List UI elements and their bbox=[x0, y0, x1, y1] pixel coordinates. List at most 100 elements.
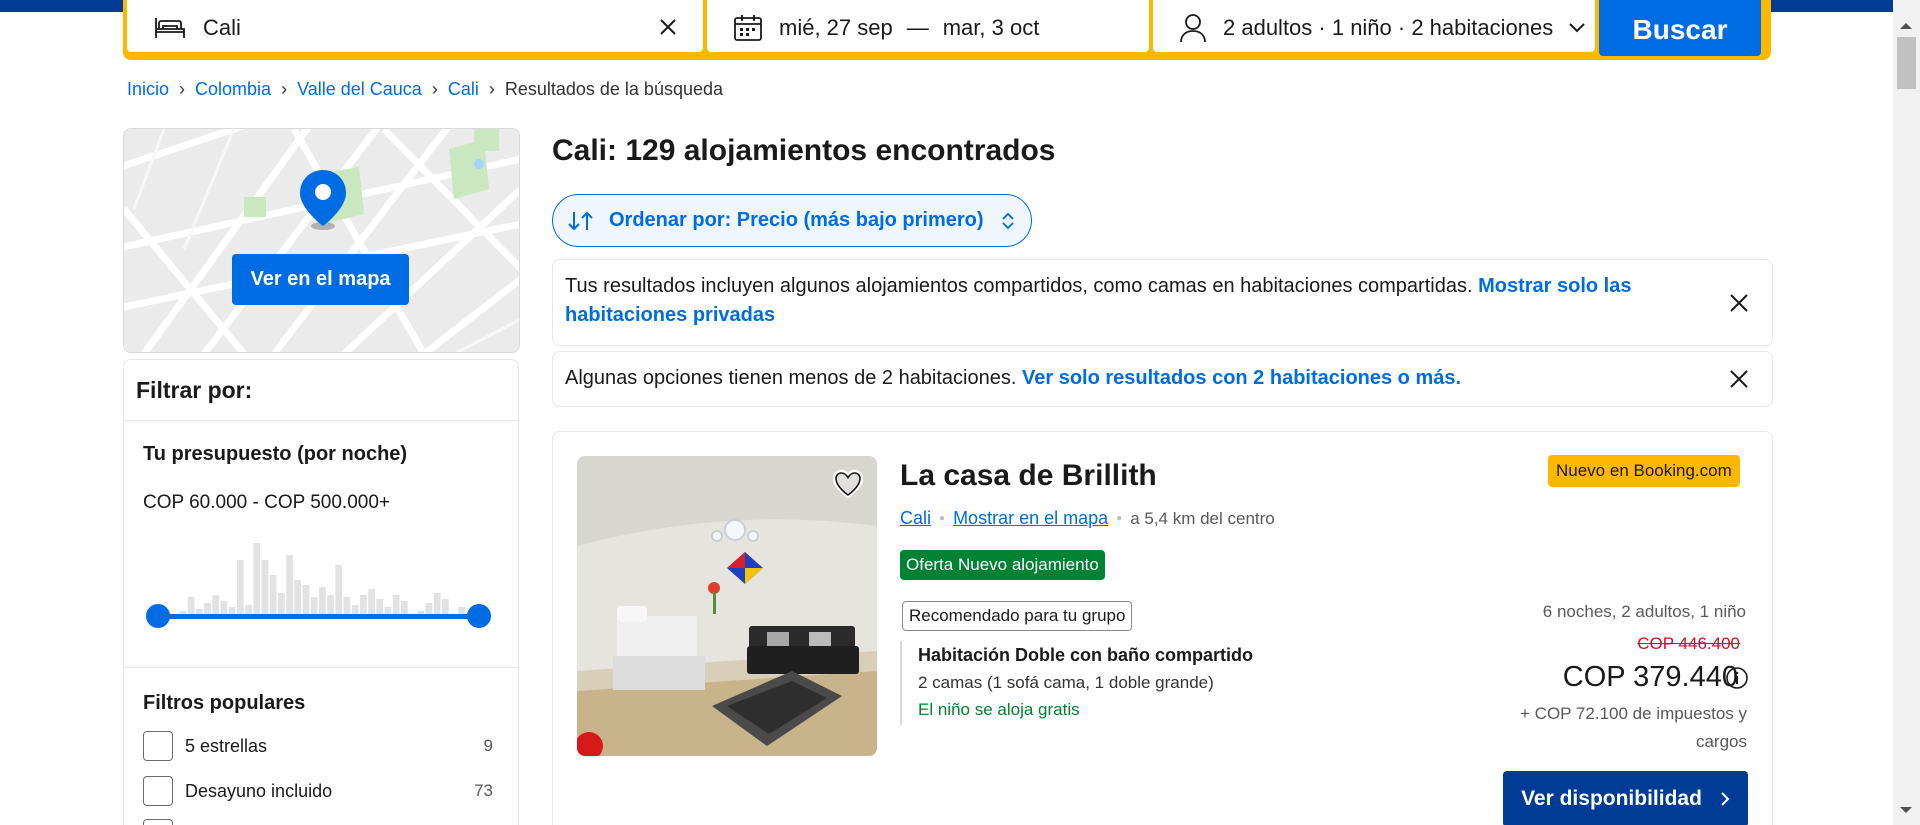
search-button[interactable]: Buscar bbox=[1599, 0, 1761, 56]
histogram-bar bbox=[360, 595, 367, 615]
view-on-map-button[interactable]: Ver en el mapa bbox=[232, 254, 409, 305]
sort-arrows-icon bbox=[568, 211, 593, 230]
availability-label: Ver disponibilidad bbox=[1521, 787, 1702, 810]
room-name: Habitación Doble con baño compartido bbox=[918, 645, 1254, 665]
close-icon[interactable] bbox=[1728, 292, 1750, 314]
bed-icon bbox=[155, 18, 185, 38]
chevron-right-icon bbox=[1721, 792, 1730, 806]
results-title: Cali: 129 alojamientos encontrados bbox=[552, 134, 1056, 167]
close-icon[interactable] bbox=[1728, 368, 1750, 390]
filters-title: Filtrar por: bbox=[124, 360, 518, 421]
dates-field[interactable]: mié, 27 sep — mar, 3 oct bbox=[707, 0, 1149, 52]
histogram-bar bbox=[269, 575, 277, 615]
city-link[interactable]: Cali bbox=[900, 508, 931, 529]
checkin-date: mié, 27 sep bbox=[779, 15, 893, 40]
scroll-up-icon[interactable] bbox=[1899, 22, 1913, 30]
divider bbox=[124, 667, 518, 668]
budget-max-handle[interactable] bbox=[467, 604, 491, 628]
taxes-note: + COP 72.100 de impuestos y cargos bbox=[1520, 704, 1747, 751]
budget-min-handle[interactable] bbox=[146, 604, 170, 628]
histogram-bar bbox=[302, 585, 310, 615]
checkbox[interactable] bbox=[143, 731, 173, 761]
histogram-bar bbox=[294, 580, 302, 615]
room-info: Habitación Doble con baño compartido 2 c… bbox=[900, 641, 1253, 725]
breadcrumb: Inicio › Colombia › Valle del Cauca › Ca… bbox=[127, 78, 723, 100]
scrollbar[interactable] bbox=[1893, 0, 1920, 825]
destination-field[interactable]: Cali bbox=[127, 0, 703, 52]
search-bar: Cali mié, 27 sep — mar, 3 oct 2 adultos … bbox=[123, 0, 1771, 60]
breadcrumb-home[interactable]: Inicio bbox=[127, 79, 169, 100]
person-icon bbox=[1180, 14, 1206, 43]
chevron-right-icon: › bbox=[281, 78, 288, 99]
histogram-bar bbox=[212, 595, 220, 615]
scroll-down-icon[interactable] bbox=[1899, 806, 1913, 814]
chevron-right-icon: › bbox=[179, 78, 186, 99]
info-icon[interactable] bbox=[1725, 666, 1749, 690]
property-name[interactable]: La casa de Brillith bbox=[900, 459, 1157, 493]
checkbox[interactable] bbox=[143, 776, 173, 806]
clear-icon[interactable] bbox=[659, 18, 677, 36]
histogram-bar bbox=[327, 595, 334, 615]
filter-5-stars[interactable]: 5 estrellas 9 bbox=[143, 731, 493, 761]
histogram-bar bbox=[368, 589, 375, 615]
filter-breakfast[interactable]: Desayuno incluido 73 bbox=[143, 776, 493, 806]
budget-slider-track[interactable] bbox=[157, 614, 479, 619]
histogram-bar bbox=[286, 555, 293, 615]
date-separator: — bbox=[906, 15, 929, 40]
filter-label: 5 estrellas bbox=[185, 735, 268, 756]
destination-value: Cali bbox=[203, 15, 241, 40]
histogram-bar bbox=[237, 560, 244, 615]
room-beds: 2 camas (1 sofá cama, 1 doble grande) bbox=[918, 673, 1214, 692]
dot-separator: ● bbox=[939, 513, 946, 524]
histogram-bar bbox=[253, 543, 261, 615]
histogram-bar bbox=[401, 601, 408, 615]
price-histogram bbox=[179, 543, 482, 615]
breadcrumb-current: Resultados de la búsqueda bbox=[504, 78, 724, 99]
histogram-bar bbox=[187, 597, 195, 615]
sort-button[interactable]: Ordenar por: Precio (más bajo primero) bbox=[552, 194, 1032, 247]
breadcrumb-region[interactable]: Valle del Cauca bbox=[297, 79, 422, 100]
sort-label: Ordenar por: Precio (más bajo primero) bbox=[609, 209, 984, 231]
checkbox[interactable] bbox=[143, 819, 173, 825]
map-preview[interactable] bbox=[123, 128, 520, 353]
histogram-bar bbox=[261, 560, 269, 615]
notice-text: Tus resultados incluyen algunos alojamie… bbox=[565, 275, 1473, 297]
notice-text: Algunas opciones tienen menos de 2 habit… bbox=[565, 367, 1017, 389]
property-location: Cali ● Mostrar en el mapa ● a 5,4 km del… bbox=[900, 508, 1275, 529]
histogram-bar bbox=[220, 601, 228, 615]
show-on-map-link[interactable]: Mostrar en el mapa bbox=[953, 508, 1108, 529]
filter-next[interactable] bbox=[143, 819, 493, 825]
histogram-bar bbox=[343, 597, 351, 615]
histogram-bar bbox=[310, 597, 318, 615]
recommended-badge: Recomendado para tu grupo bbox=[902, 601, 1133, 631]
popular-filters-title: Filtros populares bbox=[143, 692, 306, 714]
distance-text: a 5,4 km del centro bbox=[1130, 508, 1275, 528]
chevron-down-icon bbox=[1569, 23, 1585, 33]
rooms-count-notice: Algunas opciones tienen menos de 2 habit… bbox=[552, 351, 1773, 407]
chevron-right-icon: › bbox=[431, 78, 438, 99]
map-pin-icon bbox=[300, 170, 346, 230]
histogram-bar bbox=[278, 593, 285, 615]
favorite-heart-icon[interactable] bbox=[830, 466, 866, 502]
histogram-bar bbox=[392, 595, 400, 615]
chevron-right-icon: › bbox=[488, 78, 495, 99]
histogram-bar bbox=[442, 599, 449, 615]
two-rooms-link[interactable]: Ver solo resultados con 2 habitaciones o… bbox=[1022, 367, 1461, 389]
see-availability-button[interactable]: Ver disponibilidad bbox=[1503, 771, 1748, 825]
chevron-updown-icon bbox=[1001, 212, 1014, 229]
guests-value: 2 adultos · 1 niño · 2 habitaciones bbox=[1223, 15, 1554, 40]
breadcrumb-city[interactable]: Cali bbox=[448, 79, 479, 100]
checkout-date: mar, 3 oct bbox=[942, 15, 1040, 40]
child-free-note: El niño se aloja gratis bbox=[918, 700, 1080, 719]
breadcrumb-country[interactable]: Colombia bbox=[195, 79, 271, 100]
current-price: COP 379.440 bbox=[1562, 661, 1738, 693]
scrollbar-thumb[interactable] bbox=[1897, 37, 1916, 89]
map-image bbox=[124, 129, 519, 352]
original-price: COP 446.400 bbox=[1637, 634, 1740, 653]
histogram-bar bbox=[433, 593, 441, 615]
budget-title: Tu presupuesto (por noche) bbox=[143, 443, 408, 465]
filter-count: 9 bbox=[483, 736, 493, 755]
new-property-offer-badge: Oferta Nuevo alojamiento bbox=[900, 550, 1105, 580]
guests-field[interactable]: 2 adultos · 1 niño · 2 habitaciones bbox=[1153, 0, 1595, 52]
shared-rooms-notice: Tus resultados incluyen algunos alojamie… bbox=[552, 259, 1773, 346]
